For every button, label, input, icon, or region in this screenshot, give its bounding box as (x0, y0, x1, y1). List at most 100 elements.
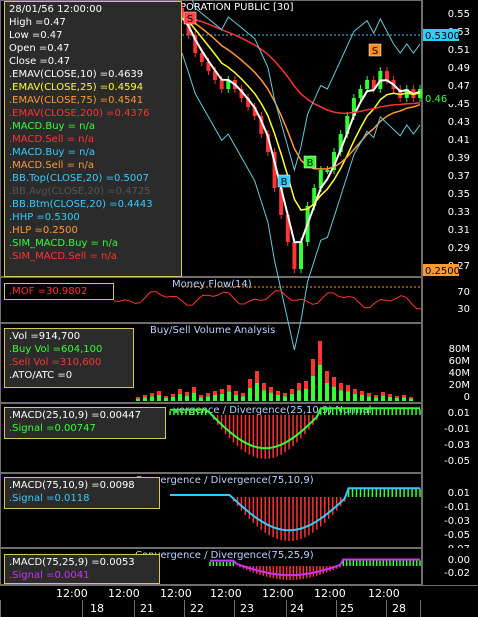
sell-volume-bar (290, 389, 294, 394)
macd3-signal-line (210, 558, 420, 577)
buy-volume-bar (206, 396, 210, 401)
buy-volume-bar (157, 395, 161, 401)
day-separator (134, 600, 135, 617)
day-separator (234, 600, 235, 617)
info-row: .BB.Btm(CLOSE,20) =0.4443 (9, 199, 153, 210)
buy-volume-bar (199, 397, 203, 401)
sell-volume-bar (311, 359, 315, 376)
info-row: .SIM_MACD.Buy = n/a (9, 238, 118, 249)
time-label: 12:00 (262, 587, 294, 600)
day-label: 22 (190, 602, 204, 615)
last-price-tag: 0.46 (425, 94, 447, 105)
money-flow-info-box: .MOF =30.9802 (4, 283, 114, 300)
buy-volume-bar (185, 395, 189, 401)
sell-volume-bar (227, 385, 231, 392)
sell-volume-bar (241, 393, 245, 397)
time-label: 12:00 (108, 587, 140, 600)
time-label: 12:00 (314, 587, 346, 600)
macd-25-10-9-info-box: .MACD(25,10,9) =0.00447 .Signal =0.00747 (4, 407, 166, 439)
sell-volume-bar (374, 395, 378, 398)
time-label: 12:00 (160, 587, 192, 600)
info-row: .HHP =0.5300 (9, 212, 80, 223)
sell-volume-bar (339, 383, 343, 391)
info-row: .MACD.Buy = n/a (9, 147, 96, 158)
sell-volume-bar (325, 371, 329, 383)
info-row: .MACD.Sell = n/a (9, 134, 94, 145)
info-row: .MOF =30.9802 (9, 286, 88, 297)
time-label: 12:00 (56, 587, 88, 600)
sell-volume-bar (360, 391, 364, 395)
buy-volume-bar (136, 398, 140, 401)
hlp-tag: 0.2500 (425, 266, 460, 277)
buy-volume-bar (192, 392, 196, 401)
candle-body (365, 80, 370, 89)
buy-volume-bar (262, 390, 266, 401)
info-row: .Signal =0.0041 (9, 570, 90, 581)
sell-volume-bar (283, 393, 287, 397)
info-row: .Buy Vol =604,100 (9, 344, 103, 355)
bollinger-band (191, 0, 421, 172)
sell-volume-bar (234, 391, 238, 395)
ema-line (181, 16, 421, 244)
buy-volume-bar (213, 395, 217, 401)
sell-volume-bar (276, 391, 280, 395)
buy-volume-bar (269, 392, 273, 401)
sell-volume-bar (192, 387, 196, 393)
buy-volume-bar (234, 395, 238, 401)
info-row: .Signal =0.0118 (9, 493, 90, 504)
buy-volume-bar (311, 375, 315, 401)
buy-volume-bar (367, 396, 371, 401)
sell-volume-bar (157, 391, 161, 395)
candle-body (325, 170, 330, 172)
sell-volume-bar (213, 391, 217, 395)
time-label: 12:00 (368, 587, 400, 600)
sell-volume-bar (178, 389, 182, 394)
ema-line (181, 16, 421, 115)
info-row: .MACD(75,25,9) =0.0053 (9, 557, 135, 568)
info-row: Close =0.47 (9, 56, 71, 67)
buy-volume-bar (395, 398, 399, 401)
info-row: High =0.47 (9, 17, 66, 28)
info-row: .Signal =0.00747 (9, 423, 96, 434)
macd2-signal-line (170, 487, 420, 532)
sell-volume-bar (353, 389, 357, 394)
signal-marker-label: S (187, 14, 193, 25)
buy-volume-bar (290, 393, 294, 401)
info-row: Low =0.47 (9, 30, 63, 41)
sell-volume-bar (297, 383, 301, 391)
sell-volume-bar (220, 389, 224, 394)
day-separator (184, 600, 185, 617)
buy-volume-bar (325, 383, 329, 401)
day-separator (420, 600, 421, 617)
candle-body (384, 71, 389, 80)
info-row: .EMAV(CLOSE,10) =0.4639 (9, 69, 144, 80)
buy-volume-bar (409, 398, 413, 401)
day-label: 25 (340, 602, 354, 615)
info-row: Open =0.47 (9, 43, 70, 54)
sell-volume-bar (171, 394, 175, 397)
buy-volume-bar (388, 396, 392, 401)
signal-marker-label: S (372, 46, 378, 57)
sell-volume-bar (304, 381, 308, 389)
day-label: 28 (392, 602, 406, 615)
sell-volume-bar (199, 395, 203, 398)
hhp-tag: 0.5300 (425, 31, 460, 42)
candle-body (299, 242, 303, 269)
info-row: .MACD(25,10,9) =0.00447 (9, 410, 142, 421)
info-row: .MACD.Buy = n/a (9, 121, 96, 132)
money-flow-line (113, 290, 423, 310)
buy-volume-bar (332, 386, 336, 401)
info-row: .Vol =914,700 (9, 331, 81, 342)
buy-volume-bar (276, 395, 280, 401)
info-row: .ATO/ATC =0 (9, 370, 73, 381)
buy-volume-bar (318, 365, 322, 401)
day-separator (386, 600, 387, 617)
buy-volume-bar (402, 397, 406, 401)
sell-volume-bar (381, 392, 385, 396)
volume-info-box: .Vol =914,700 .Buy Vol =604,100 .Sell Vol … (4, 328, 134, 388)
buy-volume-bar (297, 390, 301, 401)
candle-body (358, 89, 363, 98)
time-axis[interactable]: 12:00 12:00 12:00 12:00 12:00 12:00 12:00 18 21 2… (0, 585, 478, 617)
buy-volume-bar (339, 390, 343, 401)
buy-volume-bar (171, 396, 175, 401)
